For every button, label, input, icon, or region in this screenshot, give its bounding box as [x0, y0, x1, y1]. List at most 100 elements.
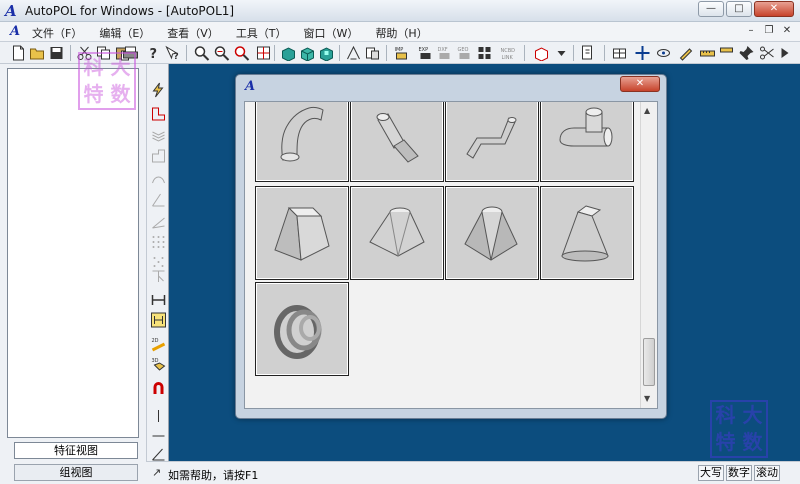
section-icon[interactable] — [150, 148, 167, 164]
iso-view-icon[interactable] — [280, 45, 297, 61]
dialog-scrollbar[interactable]: ▲ ▼ — [640, 102, 657, 408]
geo-export-icon[interactable]: GEO — [456, 45, 473, 61]
shape-tile-tee[interactable] — [540, 102, 634, 182]
grid-icon[interactable] — [476, 45, 493, 61]
help-icon[interactable]: ? — [145, 45, 162, 61]
curve-icon[interactable] — [150, 170, 167, 186]
status-arrow-icon: ↗ — [152, 466, 162, 479]
toolbar-separator — [386, 45, 387, 61]
view-3d-icon[interactable]: 3D — [150, 356, 167, 372]
horizontal-line-icon[interactable] — [150, 428, 167, 444]
minimize-button[interactable]: — — [698, 1, 724, 17]
move-icon[interactable] — [634, 45, 651, 61]
scissors-icon[interactable] — [758, 45, 775, 61]
shape-tile-square-frustum[interactable] — [255, 186, 349, 280]
status-message: 如需帮助，请按F1 — [168, 469, 259, 482]
shape-tile-elbow[interactable] — [255, 102, 349, 182]
shape-tile-zigzag-pipe[interactable] — [445, 102, 539, 182]
vertical-line-icon[interactable] — [150, 408, 167, 424]
scroll-down-arrow[interactable]: ▼ — [644, 394, 650, 403]
shape-tile-cone-transition[interactable] — [445, 186, 539, 280]
tab-feature-view[interactable]: 特征视图 — [14, 442, 138, 459]
branch-icon[interactable] — [150, 268, 167, 284]
ruler-icon[interactable] — [718, 45, 735, 61]
menu-help[interactable]: 帮助（H） — [375, 25, 427, 41]
dialog-close-button[interactable]: ✕ — [620, 76, 660, 92]
scroll-thumb[interactable] — [643, 338, 655, 386]
svg-text:2D: 2D — [152, 338, 159, 344]
menu-file[interactable]: 文件（F） — [32, 25, 82, 41]
svg-text:NCBD: NCBD — [501, 48, 516, 54]
document-logo-icon[interactable]: A — [10, 24, 20, 39]
watermark-char: 特 — [715, 430, 736, 454]
import-icon[interactable]: IMP — [393, 45, 410, 61]
chevron-down-icon[interactable] — [553, 45, 570, 61]
menu-window[interactable]: 窗口（W） — [304, 25, 359, 41]
wedge-icon[interactable] — [150, 214, 167, 230]
close-button[interactable]: ✕ — [754, 1, 794, 17]
unfold-icon[interactable] — [345, 45, 362, 61]
measure-icon[interactable] — [699, 45, 716, 61]
left-panel: 特征视图 组视图 — [0, 64, 146, 484]
mdi-minimize-button[interactable]: – — [744, 25, 758, 38]
spiral-icon — [274, 305, 322, 359]
export-icon[interactable]: EXP — [417, 45, 434, 61]
pencil-icon[interactable] — [677, 45, 694, 61]
table-icon[interactable] — [611, 45, 628, 61]
arrow-right-icon[interactable] — [777, 45, 794, 61]
tab-assembly-view[interactable]: 组视图 — [14, 464, 138, 481]
shape-library-dialog: A ✕ ▲ ▼ — [235, 74, 667, 419]
dimension-icon[interactable] — [150, 292, 167, 308]
app-logo-icon: A — [5, 2, 17, 20]
page-setup-icon[interactable] — [579, 45, 596, 61]
menu-edit[interactable]: 编辑（E） — [99, 25, 150, 41]
nc-link-icon[interactable]: NCBDLINK — [500, 45, 517, 61]
fold-icon[interactable] — [150, 192, 167, 208]
zoom-all-icon[interactable] — [255, 45, 272, 61]
tee-pipe-icon — [559, 107, 613, 147]
layers-icon[interactable] — [150, 128, 167, 144]
angle-icon[interactable] — [150, 446, 167, 462]
watermark-stamp: 科 大 特 数 — [78, 52, 136, 110]
front-view-icon[interactable] — [299, 45, 316, 61]
zoom-out-icon[interactable] — [213, 45, 230, 61]
menu-tools[interactable]: 工具（T） — [236, 25, 287, 41]
mdi-restore-button[interactable]: ❐ — [762, 25, 776, 38]
context-help-icon[interactable]: ? — [164, 45, 181, 61]
shape-tile-square-to-round[interactable] — [540, 186, 634, 280]
view-2d-icon[interactable]: 2D — [150, 336, 167, 352]
step-icon[interactable] — [150, 106, 167, 122]
pin-icon[interactable] — [738, 45, 755, 61]
open-folder-icon[interactable] — [29, 45, 46, 61]
shape-tile-offset-pipe[interactable] — [350, 102, 444, 182]
shape-tile-round-to-square[interactable] — [350, 186, 444, 280]
rotate-icon[interactable] — [655, 45, 672, 61]
side-view-icon[interactable] — [318, 45, 335, 61]
scroll-indicator: 滚动 — [754, 465, 780, 481]
square-frustum-icon — [274, 207, 330, 261]
new-file-icon[interactable] — [10, 45, 27, 61]
watermark-char: 数 — [110, 82, 131, 106]
shape-tile-spiral[interactable] — [255, 282, 349, 376]
dialog-logo-icon: A — [245, 79, 256, 94]
maximize-button[interactable]: □ — [726, 1, 752, 17]
magnet-icon[interactable] — [150, 380, 167, 396]
caps-indicator: 大写 — [698, 465, 724, 481]
toolbar-separator — [186, 45, 187, 61]
layout-icon[interactable] — [364, 45, 381, 61]
feature-tree[interactable] — [7, 68, 139, 438]
zoom-window-icon[interactable] — [233, 45, 250, 61]
dimension-yellow-icon[interactable] — [150, 312, 167, 328]
mdi-close-button[interactable]: ✕ — [780, 25, 794, 38]
toolbar-separator — [604, 45, 605, 61]
dots-grid-icon[interactable] — [150, 234, 167, 250]
menu-view[interactable]: 查看（V） — [167, 25, 219, 41]
save-icon[interactable] — [48, 45, 65, 61]
zoom-in-icon[interactable] — [193, 45, 210, 61]
zigzag-pipe-icon — [466, 117, 517, 159]
dxf-export-icon[interactable]: DXF — [436, 45, 453, 61]
solid-view-icon[interactable] — [533, 45, 550, 61]
toolbar-separator — [70, 45, 71, 61]
lightning-icon[interactable] — [150, 82, 167, 98]
scroll-up-arrow[interactable]: ▲ — [644, 106, 650, 115]
